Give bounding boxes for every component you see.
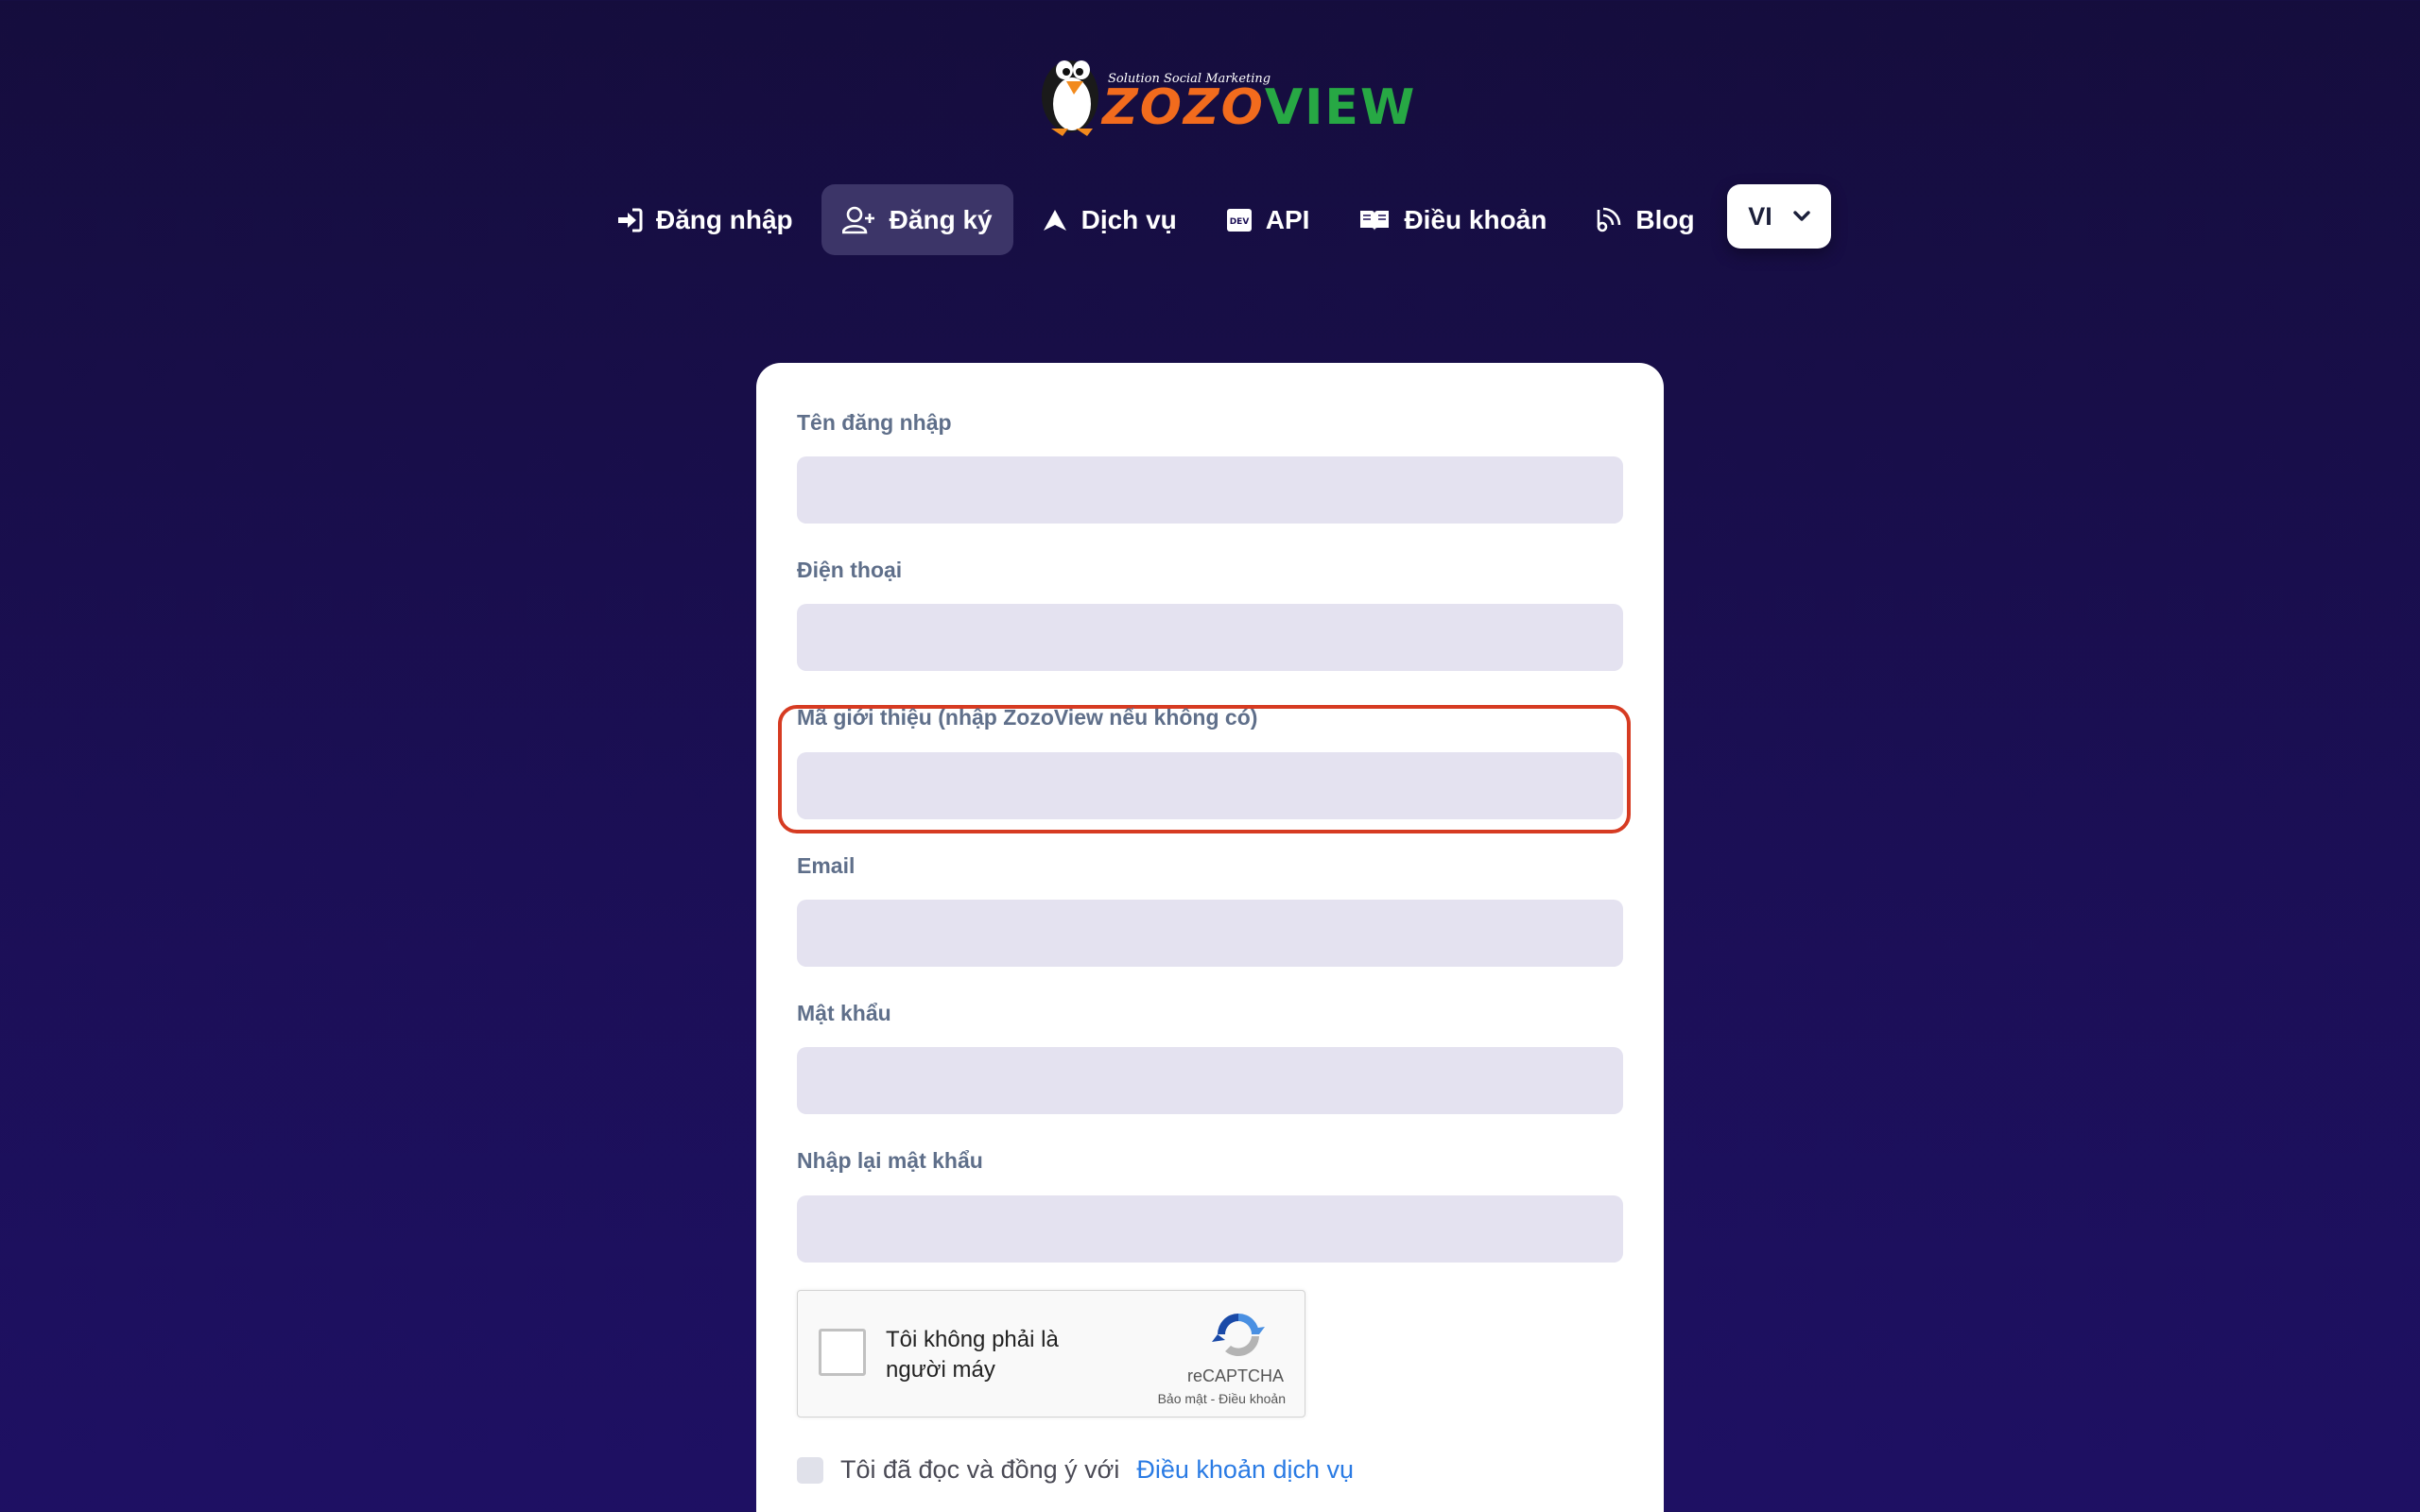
terms-of-service-link[interactable]: Điều khoản dịch vụ — [1136, 1455, 1354, 1485]
user-plus-icon — [841, 206, 874, 233]
field-label-phone: Điện thoại — [797, 558, 903, 582]
terms-agreement: Tôi đã đọc và đồng ý với Điều khoản dịch… — [797, 1455, 1354, 1485]
dev-badge-icon: DEV — [1226, 208, 1252, 232]
phone-input[interactable] — [797, 604, 1623, 671]
nav-label-blog: Blog — [1635, 204, 1695, 234]
svg-text:DEV: DEV — [1229, 217, 1249, 227]
confirm-password-input[interactable] — [797, 1195, 1623, 1263]
field-label-username: Tên đăng nhập — [797, 410, 952, 435]
open-book-icon — [1360, 210, 1390, 231]
password-input[interactable] — [797, 1047, 1623, 1114]
recaptcha-label: Tôi không phải là người máy — [886, 1327, 1059, 1383]
sign-in-icon — [618, 208, 643, 232]
nav-item-login[interactable]: Đăng nhập — [596, 184, 814, 255]
nav-item-api[interactable]: DEV API — [1205, 184, 1331, 255]
recaptcha-brand: reCAPTCHA — [1186, 1366, 1284, 1385]
logo[interactable]: Solution Social Marketing ZOZOVIEW — [1030, 38, 1414, 142]
nav-item-blog[interactable]: Blog — [1575, 184, 1715, 255]
language-value: VI — [1748, 201, 1772, 231]
field-label-confirm-password: Nhập lại mật khẩu — [797, 1148, 983, 1173]
username-input[interactable] — [797, 456, 1623, 524]
chevron-down-icon — [1793, 211, 1810, 221]
field-label-password: Mật khẩu — [797, 1001, 891, 1025]
nav-label-services: Dịch vụ — [1080, 204, 1177, 234]
register-form-card: Tên đăng nhập Điện thoại Mã giới thiệu (… — [756, 363, 1664, 1512]
nav-label-terms: Điều khoản — [1404, 204, 1547, 234]
recaptcha-checkbox[interactable] — [819, 1329, 866, 1376]
terms-text: Tôi đã đọc và đồng ý với — [840, 1455, 1120, 1484]
recaptcha-widget: Tôi không phải là người máy reCAPTCHA Bả… — [797, 1290, 1305, 1418]
email-input[interactable] — [797, 900, 1623, 967]
recaptcha-links[interactable]: Bảo mật - Điều khoản — [1158, 1391, 1286, 1406]
logo-word-view: VIEW — [1264, 79, 1417, 136]
terms-checkbox[interactable] — [797, 1456, 823, 1484]
main-nav: Đăng nhập Đăng ký Dịch vụ DEV API Điều k… — [596, 184, 1716, 255]
nav-label-register: Đăng ký — [889, 204, 993, 234]
nav-item-services[interactable]: Dịch vụ — [1021, 184, 1198, 255]
field-label-email: Email — [797, 853, 856, 878]
language-select[interactable]: VI — [1727, 184, 1831, 249]
paper-plane-icon — [1043, 209, 1066, 231]
field-label-referral: Mã giới thiệu (nhập ZozoView nếu không c… — [797, 705, 1258, 730]
blog-icon — [1598, 207, 1621, 232]
logo-wordmark: ZOZOVIEW — [1102, 83, 1416, 132]
referral-code-input[interactable] — [797, 752, 1623, 819]
nav-label-login: Đăng nhập — [656, 204, 793, 234]
nav-label-api: API — [1265, 204, 1310, 234]
nav-item-register[interactable]: Đăng ký — [821, 184, 1013, 255]
nav-item-terms[interactable]: Điều khoản — [1338, 184, 1567, 255]
logo-word-zozo: ZOZO — [1102, 79, 1265, 136]
recaptcha-logo-icon — [1212, 1314, 1265, 1357]
